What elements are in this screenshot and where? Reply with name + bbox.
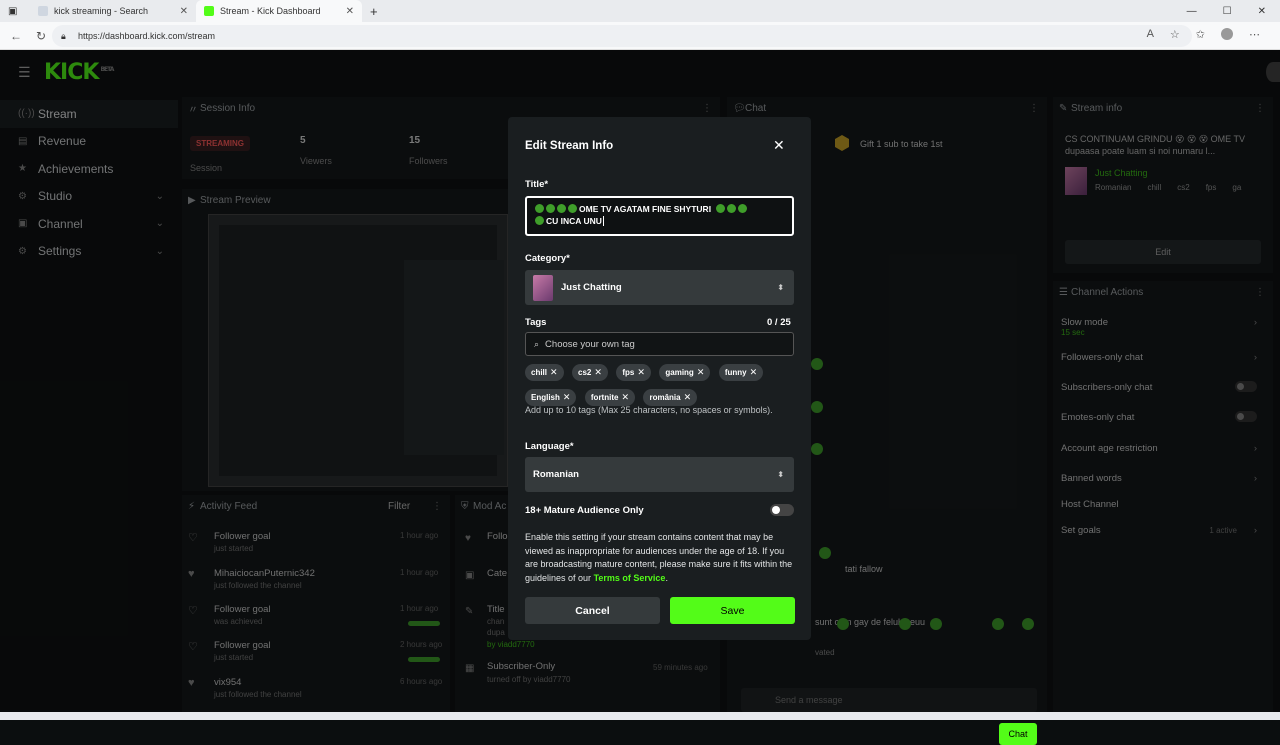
category-thumbnail xyxy=(533,274,553,301)
browser-tab-search[interactable]: kick streaming - Search ✕ xyxy=(30,0,196,22)
emoji-icon xyxy=(738,204,748,213)
tab-actions-button[interactable]: ▣ xyxy=(0,0,30,22)
chat-send-button[interactable]: Chat xyxy=(999,723,1037,745)
tag-chip: gaming ✕ xyxy=(659,364,711,381)
close-window-icon[interactable]: ✕ xyxy=(1258,6,1266,17)
remove-tag-icon[interactable]: ✕ xyxy=(563,392,571,402)
tag-text: funny xyxy=(724,368,747,377)
tag-chip: chill ✕ xyxy=(525,364,564,381)
tag-text: chill xyxy=(531,368,548,377)
category-value: Just Chatting xyxy=(561,282,622,293)
terms-of-service-link[interactable]: Terms of Service xyxy=(594,573,666,583)
title-input[interactable]: OME TV AGATAM FINE SHYTURI CU INCA UNU xyxy=(525,196,794,236)
mature-toggle[interactable] xyxy=(770,504,794,516)
mature-help: Enable this setting if your stream conta… xyxy=(525,532,793,583)
remove-tag-icon[interactable]: ✕ xyxy=(697,367,705,377)
tags-help: Add up to 10 tags (Max 25 characters, no… xyxy=(525,405,773,415)
remove-tag-icon[interactable]: ✕ xyxy=(594,367,602,377)
remove-tag-icon[interactable]: ✕ xyxy=(750,367,758,377)
remove-tag-icon[interactable]: ✕ xyxy=(684,392,692,402)
select-arrows-icon: ⬍ xyxy=(777,470,784,479)
tag-chip: fps ✕ xyxy=(616,364,651,381)
title-text-line2: CU INCA UNU xyxy=(546,216,602,226)
search-icon: ⌕ xyxy=(534,338,540,349)
profile-avatar[interactable] xyxy=(1221,28,1233,40)
emoji-icon xyxy=(716,204,726,213)
tag-text: românia xyxy=(649,393,681,402)
minimize-icon[interactable]: — xyxy=(1187,6,1197,17)
tag-text: cs2 xyxy=(578,368,592,377)
tag-text: gaming xyxy=(665,368,694,377)
window-controls: — ☐ ✕ xyxy=(1173,0,1280,23)
edit-stream-info-modal: Edit Stream Info ✕ Title* OME TV AGATAM … xyxy=(508,117,811,640)
tag-chip: cs2 ✕ xyxy=(572,364,608,381)
favorite-star-icon[interactable]: ☆ xyxy=(1170,28,1180,41)
tag-chip: funny ✕ xyxy=(718,364,764,381)
tags-label: Tags xyxy=(525,317,547,328)
select-arrows-icon: ⬍ xyxy=(777,283,784,292)
tag-text: fortnite xyxy=(590,393,619,402)
remove-tag-icon[interactable]: ✕ xyxy=(637,367,645,377)
remove-tag-icon[interactable]: ✕ xyxy=(621,392,629,402)
save-button[interactable]: Save xyxy=(670,597,795,624)
os-taskbar xyxy=(0,712,1280,720)
language-value: Romanian xyxy=(533,469,579,480)
title-label: Title* xyxy=(525,179,549,190)
emoji-icon xyxy=(557,204,566,213)
tag-placeholder: Choose your own tag xyxy=(545,338,635,350)
cancel-button[interactable]: Cancel xyxy=(525,597,660,624)
more-icon[interactable]: ⋯ xyxy=(1249,28,1260,41)
language-select[interactable]: Romanian ⬍ xyxy=(525,457,794,492)
emoji-icon xyxy=(546,204,555,213)
url-input[interactable]: 🔒︎ https://dashboard.kick.com/stream xyxy=(52,25,1192,47)
search-favicon-icon xyxy=(38,6,48,16)
tag-search-input[interactable]: ⌕ Choose your own tag xyxy=(525,332,794,356)
category-label: Category* xyxy=(525,253,570,264)
remove-tag-icon[interactable]: ✕ xyxy=(550,367,558,377)
modal-title: Edit Stream Info xyxy=(525,140,614,152)
close-tab-icon[interactable]: ✕ xyxy=(180,6,188,17)
lock-icon: 🔒︎ xyxy=(61,30,66,41)
url-text: https://dashboard.kick.com/stream xyxy=(78,31,216,41)
emoji-icon xyxy=(535,204,544,213)
tab-label: Stream - Kick Dashboard xyxy=(220,6,321,16)
tag-text: English xyxy=(531,393,560,402)
kick-favicon-icon xyxy=(204,6,214,16)
text-caret xyxy=(602,216,604,226)
emoji-icon xyxy=(727,204,737,213)
tag-text: fps xyxy=(622,368,635,377)
tags-count: 0 / 25 xyxy=(767,317,791,328)
close-icon[interactable]: ✕ xyxy=(773,137,785,154)
emoji-icon xyxy=(535,216,544,225)
category-select[interactable]: Just Chatting ⬍ xyxy=(525,270,794,305)
refresh-icon[interactable]: ↻ xyxy=(36,29,52,43)
emoji-icon xyxy=(568,204,577,213)
language-label: Language* xyxy=(525,441,574,452)
title-text: OME TV AGATAM FINE SHYTURI xyxy=(579,204,712,214)
maximize-icon[interactable]: ☐ xyxy=(1223,6,1232,17)
address-bar-row: ← ↻ 🔒︎ https://dashboard.kick.com/stream… xyxy=(0,22,1280,50)
mature-label: 18+ Mature Audience Only xyxy=(525,505,644,516)
new-tab-button[interactable]: + xyxy=(362,0,392,22)
read-aloud-icon[interactable]: A xyxy=(1147,28,1154,41)
favorites-icon[interactable]: ✩ xyxy=(1196,28,1205,41)
close-tab-icon[interactable]: ✕ xyxy=(346,6,354,17)
back-icon[interactable]: ← xyxy=(10,29,26,43)
browser-toolbar-right: A ☆ ✩ ⋯ xyxy=(1147,28,1260,41)
browser-tab-kick[interactable]: Stream - Kick Dashboard ✕ xyxy=(196,0,362,22)
browser-tab-strip: ▣ kick streaming - Search ✕ Stream - Kic… xyxy=(0,0,1280,22)
tab-label: kick streaming - Search xyxy=(54,6,149,16)
